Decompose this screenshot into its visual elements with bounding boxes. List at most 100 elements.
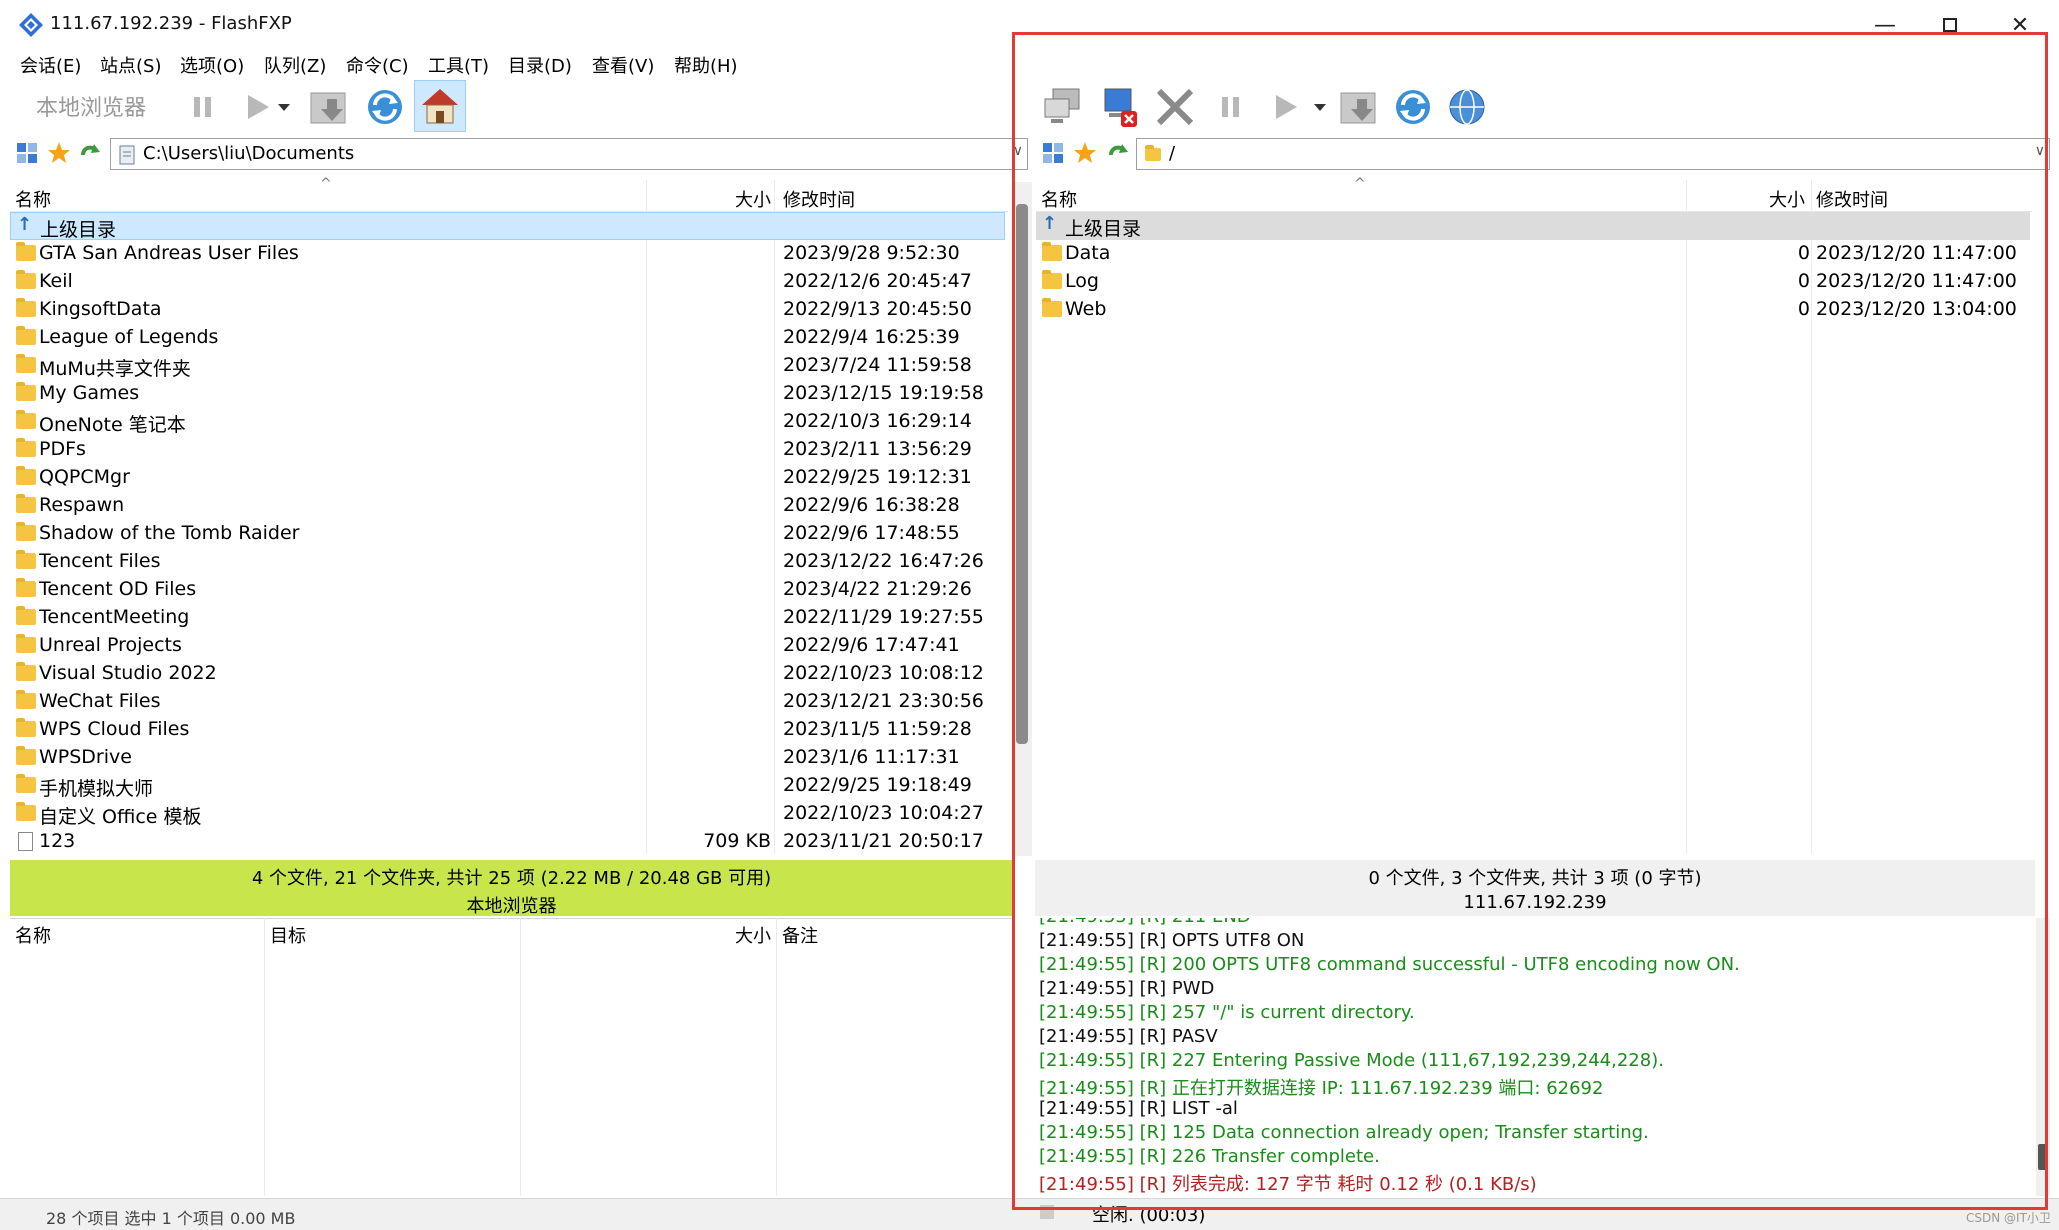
list-item[interactable]: Tencent OD Files 2023/4/22 21:29:26 xyxy=(10,576,1005,604)
transfer-queue-button-remote[interactable] xyxy=(1334,82,1384,132)
remote-up-button[interactable] xyxy=(1104,140,1130,166)
list-item[interactable]: Data 0 2023/12/20 11:47:00 xyxy=(1036,240,2030,268)
list-item[interactable]: WPSDrive 2023/1/6 11:17:31 xyxy=(10,744,1005,772)
list-item-parent-dir[interactable]: ↑ 上级目录 xyxy=(10,212,1005,241)
file-name: Respawn xyxy=(39,494,125,516)
list-item[interactable]: Visual Studio 2022 2022/10/23 10:08:12 xyxy=(10,660,1005,688)
close-button[interactable]: ✕ xyxy=(1990,8,2050,42)
list-item[interactable]: OneNote 笔记本 2022/10/3 16:29:14 xyxy=(10,408,1005,436)
menu-sites[interactable]: 站点(S) xyxy=(100,52,161,78)
pause-button-local[interactable] xyxy=(178,82,228,132)
file-name: Log xyxy=(1065,270,1099,292)
local-col-size[interactable]: 大小 xyxy=(735,186,771,212)
remote-col-name[interactable]: 名称 xyxy=(1041,186,1077,212)
refresh-button-remote[interactable] xyxy=(1388,82,1438,132)
local-col-modified[interactable]: 修改时间 xyxy=(783,186,855,212)
local-path-combo[interactable]: C:\Users\liu\Documents ∨ xyxy=(110,138,1028,170)
file-modified: 2022/12/6 20:45:47 xyxy=(783,270,972,292)
list-item[interactable]: Unreal Projects 2022/9/6 17:47:41 xyxy=(10,632,1005,660)
abort-button[interactable] xyxy=(1150,82,1200,132)
refresh-arrow-icon xyxy=(81,144,100,156)
local-favorites-button[interactable] xyxy=(46,140,72,166)
menu-tools[interactable]: 工具(T) xyxy=(428,52,489,78)
remote-path-combo[interactable]: / ∨ xyxy=(1136,138,2050,170)
log-line: [21:49:55] [R] 227 Entering Passive Mode… xyxy=(1039,1050,1664,1071)
list-item[interactable]: Web 0 2023/12/20 13:04:00 xyxy=(1036,296,2030,324)
file-name: 自定义 Office 模板 xyxy=(39,806,202,828)
refresh-icon xyxy=(368,90,402,124)
menu-directory[interactable]: 目录(D) xyxy=(508,52,572,78)
connect-button[interactable] xyxy=(1038,82,1088,132)
minimize-button[interactable]: — xyxy=(1855,8,1915,42)
menu-help[interactable]: 帮助(H) xyxy=(674,52,738,78)
menu-view[interactable]: 查看(V) xyxy=(592,52,654,78)
list-item[interactable]: 手机模拟大师 2022/9/25 19:18:49 xyxy=(10,772,1005,800)
pause-button-remote[interactable] xyxy=(1206,82,1256,132)
list-item[interactable]: GTA San Andreas User Files 2023/9/28 9:52… xyxy=(10,240,1005,268)
transfer-button-remote[interactable] xyxy=(1260,82,1310,132)
local-tree-button[interactable] xyxy=(14,140,40,166)
disconnect-button[interactable] xyxy=(1092,82,1142,132)
transfer-dropdown-local[interactable] xyxy=(272,82,296,132)
list-item[interactable]: Keil 2022/12/6 20:45:47 xyxy=(10,268,1005,296)
local-scrollbar-thumb[interactable] xyxy=(1016,204,1028,744)
folder-icon xyxy=(16,466,36,485)
transfer-dropdown-remote[interactable] xyxy=(1308,82,1332,132)
menu-options[interactable]: 选项(O) xyxy=(180,52,244,78)
list-item[interactable]: WPS Cloud Files 2023/11/5 11:59:28 xyxy=(10,716,1005,744)
folder-icon xyxy=(16,522,36,541)
queue-col-size[interactable]: 大小 xyxy=(735,922,771,948)
queue-pane xyxy=(10,918,1013,1196)
list-item[interactable]: PDFs 2023/2/11 13:56:29 xyxy=(10,436,1005,464)
list-item[interactable]: KingsoftData 2022/9/13 20:45:50 xyxy=(10,296,1005,324)
file-name: GTA San Andreas User Files xyxy=(39,242,299,264)
local-browser-button[interactable]: 本地浏览器 xyxy=(36,90,146,122)
remote-tree-button[interactable] xyxy=(1040,140,1066,166)
list-item[interactable]: My Games 2023/12/15 19:19:58 xyxy=(10,380,1005,408)
home-button-local[interactable] xyxy=(414,80,466,132)
file-name: WPSDrive xyxy=(39,746,132,768)
refresh-button-local[interactable] xyxy=(360,82,410,132)
menu-commands[interactable]: 命令(C) xyxy=(346,52,409,78)
local-scrollbar[interactable] xyxy=(1012,182,1032,856)
folder-icon xyxy=(1145,145,1161,161)
list-item[interactable]: QQPCMgr 2022/9/25 19:12:31 xyxy=(10,464,1005,492)
list-item[interactable]: 123 709 KB 2023/11/21 20:50:17 xyxy=(10,828,1005,856)
list-item[interactable]: Respawn 2022/9/6 16:38:28 xyxy=(10,492,1005,520)
list-item[interactable]: Shadow of the Tomb Raider 2022/9/6 17:48:… xyxy=(10,520,1005,548)
list-item-parent-dir[interactable]: ↑ 上级目录 xyxy=(1036,212,2030,240)
folder-icon xyxy=(1042,242,1062,261)
local-up-button[interactable] xyxy=(76,140,102,166)
list-item[interactable]: Log 0 2023/12/20 11:47:00 xyxy=(1036,268,2030,296)
list-item[interactable]: WeChat Files 2023/12/21 23:30:56 xyxy=(10,688,1005,716)
file-modified: 2022/9/6 17:48:55 xyxy=(783,522,960,544)
list-item[interactable]: 自定义 Office 模板 2022/10/23 10:04:27 xyxy=(10,800,1005,828)
list-item[interactable]: League of Legends 2022/9/4 16:25:39 xyxy=(10,324,1005,352)
maximize-icon xyxy=(1943,18,1957,32)
log-scrollbar[interactable] xyxy=(2036,918,2050,1196)
sort-up-icon: ^ xyxy=(1354,176,1366,192)
file-name: Visual Studio 2022 xyxy=(39,662,217,684)
remote-col-modified[interactable]: 修改时间 xyxy=(1816,186,1888,212)
web-button-remote[interactable] xyxy=(1442,82,1492,132)
queue-col-target[interactable]: 目标 xyxy=(270,922,306,948)
local-col-name[interactable]: 名称 xyxy=(15,186,51,212)
maximize-button[interactable] xyxy=(1920,8,1980,42)
list-item[interactable]: TencentMeeting 2022/11/29 19:27:55 xyxy=(10,604,1005,632)
transfer-queue-button-local[interactable] xyxy=(304,82,354,132)
file-modified: 2023/12/21 23:30:56 xyxy=(783,690,984,712)
remote-status-text: 0 个文件, 3 个文件夹, 共计 3 项 (0 字节) xyxy=(1368,868,1702,889)
menu-queue[interactable]: 队列(Z) xyxy=(264,52,326,78)
remote-col-size[interactable]: 大小 xyxy=(1769,186,1805,212)
log-scrollbar-thumb[interactable] xyxy=(2038,1144,2048,1170)
log-line: [21:49:55] [R] 125 Data connection alrea… xyxy=(1039,1122,1649,1143)
local-file-list: ↑ 上级目录 GTA San Andreas User Files 2023/9/… xyxy=(10,212,1008,856)
tree-view-icon xyxy=(1043,143,1063,163)
queue-col-name[interactable]: 名称 xyxy=(15,922,51,948)
list-item[interactable]: Tencent Files 2023/12/22 16:47:26 xyxy=(10,548,1005,576)
queue-col-note[interactable]: 备注 xyxy=(782,922,818,948)
menu-session[interactable]: 会话(E) xyxy=(20,52,81,78)
log-line: [21:49:55] [R] OPTS UTF8 ON xyxy=(1039,930,1305,951)
list-item[interactable]: MuMu共享文件夹 2023/7/24 11:59:58 xyxy=(10,352,1005,380)
remote-favorites-button[interactable] xyxy=(1072,140,1098,166)
